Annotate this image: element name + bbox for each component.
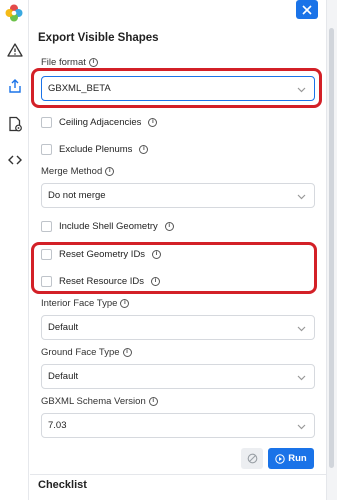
include-shell-geometry-label: Include Shell Geometry (59, 221, 158, 232)
file-format-highlight (31, 68, 322, 108)
document-settings-icon[interactable] (7, 116, 23, 132)
checkbox-box[interactable] (41, 117, 52, 128)
chevron-down-icon (297, 324, 306, 333)
checkbox-box[interactable] (41, 276, 52, 287)
cancel-icon (247, 453, 257, 464)
checklist-title: Checklist (38, 479, 87, 491)
divider (30, 474, 326, 475)
checkbox-box[interactable] (41, 144, 52, 155)
merge-method-value: Do not merge (48, 190, 106, 201)
merge-method-label: Merge Method i (41, 166, 115, 177)
stop-button[interactable] (241, 448, 263, 469)
info-icon[interactable]: i (152, 250, 162, 259)
info-icon[interactable]: i (148, 397, 158, 406)
info-icon[interactable]: i (88, 58, 98, 67)
schema-version-select[interactable]: 7.03 (41, 413, 315, 438)
ground-face-type-select[interactable]: Default (41, 364, 315, 389)
checkbox-box[interactable] (41, 249, 52, 260)
exclude-plenums-checkbox[interactable]: Exclude Plenums i (41, 144, 149, 155)
export-icon[interactable] (7, 78, 23, 94)
schema-version-value: 7.03 (48, 420, 67, 431)
include-shell-geometry-checkbox[interactable]: Include Shell Geometry i (41, 221, 174, 232)
checkbox-box[interactable] (41, 221, 52, 232)
file-format-label: File format i (41, 57, 98, 68)
ground-face-type-value: Default (48, 371, 79, 382)
interior-face-type-select[interactable]: Default (41, 315, 315, 340)
merge-method-select[interactable]: Do not merge (41, 183, 315, 208)
info-icon[interactable]: i (105, 167, 115, 176)
warning-icon[interactable] (7, 42, 23, 58)
info-icon[interactable]: i (151, 277, 161, 286)
ceiling-adjacencies-label: Ceiling Adjacencies (59, 117, 142, 128)
close-icon (302, 4, 312, 15)
panel-title: Export Visible Shapes (38, 32, 159, 44)
schema-version-label: GBXML Schema Version i (41, 396, 158, 407)
play-icon (275, 453, 285, 464)
scrollbar-thumb[interactable] (329, 28, 334, 468)
ceiling-adjacencies-checkbox[interactable]: Ceiling Adjacencies i (41, 117, 158, 128)
chevron-down-icon (297, 373, 306, 382)
interior-face-type-label-text: Interior Face Type (41, 298, 118, 309)
file-format-label-text: File format (41, 57, 86, 68)
exclude-plenums-label: Exclude Plenums (59, 144, 133, 155)
interior-face-type-value: Default (48, 322, 79, 333)
interior-face-type-label: Interior Face Type i (41, 298, 130, 309)
reset-resource-ids-checkbox[interactable]: Reset Resource IDs i (41, 276, 161, 287)
ground-face-type-label-text: Ground Face Type (41, 347, 120, 358)
schema-version-label-text: GBXML Schema Version (41, 396, 146, 407)
reset-resource-ids-label: Reset Resource IDs (59, 276, 145, 287)
info-icon[interactable]: i (122, 348, 132, 357)
info-icon[interactable]: i (139, 145, 149, 154)
info-icon[interactable]: i (120, 299, 130, 308)
chevron-down-icon (297, 422, 306, 431)
chevron-down-icon (297, 192, 306, 201)
code-icon[interactable] (7, 152, 23, 168)
info-icon[interactable]: i (164, 222, 174, 231)
reset-geometry-ids-checkbox[interactable]: Reset Geometry IDs i (41, 249, 162, 260)
info-icon[interactable]: i (148, 118, 158, 127)
app-logo-icon[interactable] (5, 4, 23, 22)
left-rail (0, 0, 29, 500)
merge-method-label-text: Merge Method (41, 166, 103, 177)
reset-geometry-ids-label: Reset Geometry IDs (59, 249, 146, 260)
close-button[interactable] (296, 0, 318, 19)
run-label: Run (288, 453, 307, 464)
ground-face-type-label: Ground Face Type i (41, 347, 132, 358)
run-button[interactable]: Run (268, 448, 314, 469)
